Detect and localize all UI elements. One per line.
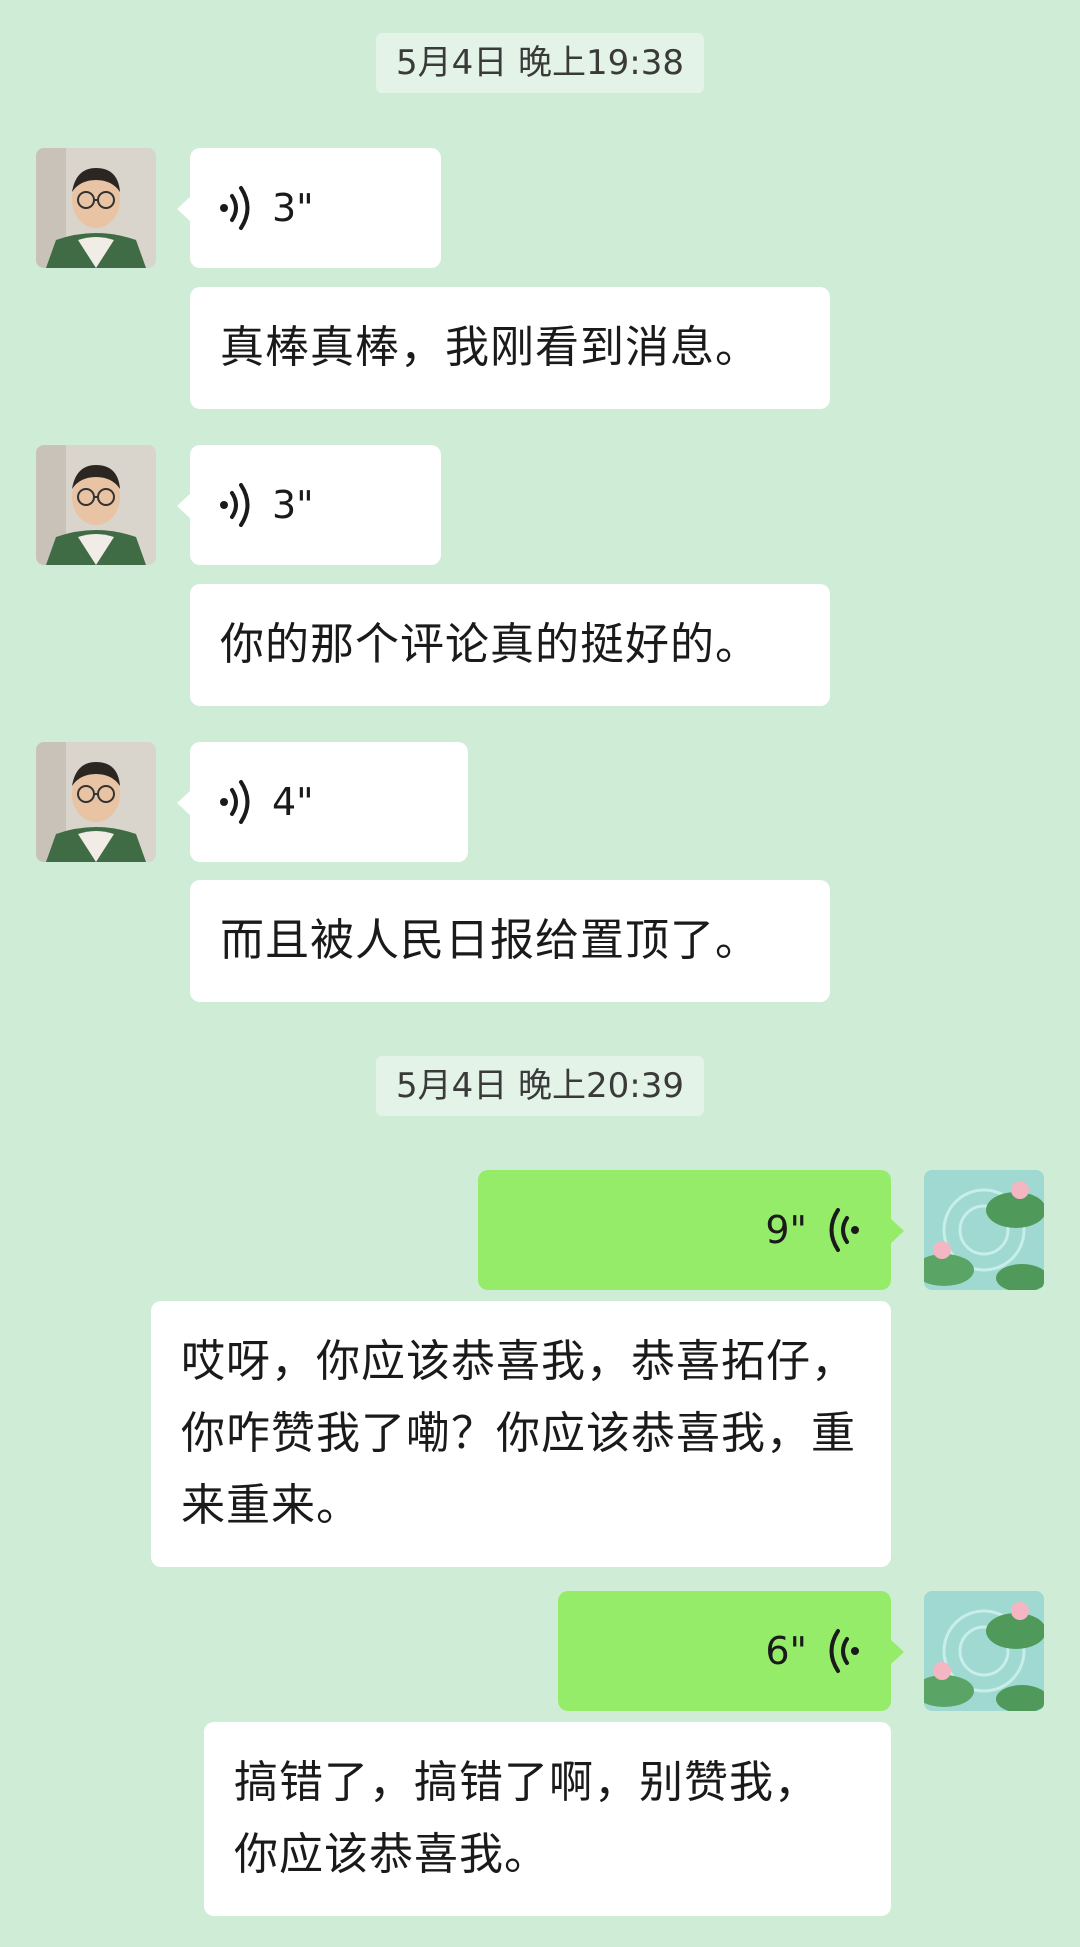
- timestamp: 5月4日 晚上20:39: [375, 1056, 705, 1116]
- contact-avatar[interactable]: [36, 445, 156, 565]
- chat-window: 5月4日 晚上19:38 3" 真棒真棒，我刚看到消息。 3" 你的那个评论真的…: [0, 0, 1080, 1947]
- incoming-voice-message[interactable]: 3": [177, 445, 441, 565]
- contact-avatar[interactable]: [36, 742, 156, 862]
- voice-duration: 3": [272, 483, 314, 527]
- lotus-pond-avatar-icon: [924, 1591, 1044, 1711]
- voice-wave-icon: [216, 481, 256, 529]
- voice-wave-icon: [216, 184, 256, 232]
- voice-wave-icon: [823, 1206, 863, 1254]
- man-with-glasses-avatar-icon: [36, 445, 156, 565]
- voice-wave-icon: [216, 778, 256, 826]
- voice-duration: 6": [765, 1629, 807, 1673]
- lotus-pond-avatar-icon: [924, 1170, 1044, 1290]
- incoming-voice-message[interactable]: 3": [177, 148, 441, 268]
- voice-transcript: 搞错了，搞错了啊，别赞我，你应该恭喜我。: [204, 1722, 891, 1916]
- man-with-glasses-avatar-icon: [36, 148, 156, 268]
- voice-duration: 4": [272, 780, 314, 824]
- voice-transcript: 而且被人民日报给置顶了。: [190, 880, 830, 1002]
- voice-transcript: 你的那个评论真的挺好的。: [190, 584, 830, 706]
- voice-transcript: 哎呀，你应该恭喜我，恭喜拓仔，你咋赞我了嘞？你应该恭喜我，重来重来。: [151, 1301, 891, 1567]
- voice-transcript: 真棒真棒，我刚看到消息。: [190, 287, 830, 409]
- outgoing-voice-message[interactable]: 9": [478, 1170, 904, 1290]
- voice-wave-icon: [823, 1627, 863, 1675]
- voice-duration: 9": [765, 1208, 807, 1252]
- my-avatar[interactable]: [924, 1170, 1044, 1290]
- incoming-voice-message[interactable]: 4": [177, 742, 468, 862]
- man-with-glasses-avatar-icon: [36, 742, 156, 862]
- voice-duration: 3": [272, 186, 314, 230]
- my-avatar[interactable]: [924, 1591, 1044, 1711]
- timestamp: 5月4日 晚上19:38: [375, 33, 705, 93]
- contact-avatar[interactable]: [36, 148, 156, 268]
- outgoing-voice-message[interactable]: 6": [558, 1591, 904, 1711]
